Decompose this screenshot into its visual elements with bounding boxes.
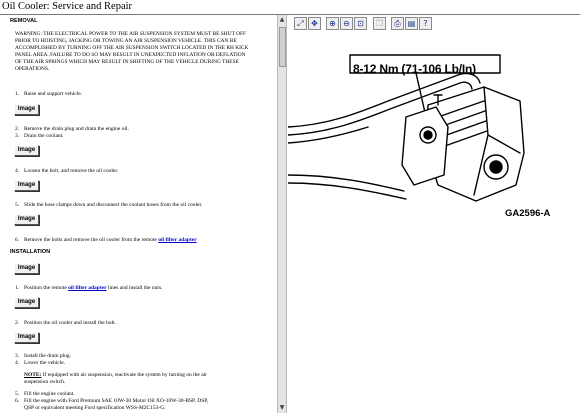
- image-button[interactable]: Image: [14, 145, 39, 156]
- scroll-thumb[interactable]: [279, 27, 286, 67]
- figure-code: GA2596-A: [505, 208, 551, 219]
- procedure-pane[interactable]: REMOVAL WARNING: THE ELECTRICAL POWER TO…: [0, 15, 277, 413]
- step-item: 4. Loosen the bolt, and remove the oil co…: [15, 168, 119, 174]
- image-button[interactable]: Image: [14, 263, 39, 274]
- step-item: 4. Lower the vehicle.: [15, 360, 66, 366]
- zoom-in-icon[interactable]: ⊕: [326, 17, 339, 30]
- image-button[interactable]: Image: [14, 180, 39, 191]
- image-button[interactable]: Image: [14, 214, 39, 225]
- print-icon[interactable]: ⎙: [391, 17, 404, 30]
- removal-heading: REMOVAL: [10, 18, 38, 24]
- step-item: 5. Fill the engine coolant.: [15, 391, 75, 397]
- step-item: 2. Position the oil cooler and install th…: [15, 320, 116, 326]
- window-title: Oil Cooler: Service and Repair: [2, 1, 133, 12]
- torque-callout: 8-12 Nm (71-106 Lb/In): [353, 62, 476, 76]
- image-button[interactable]: Image: [14, 104, 39, 115]
- scroll-up-icon[interactable]: ▲: [278, 15, 286, 25]
- image-button[interactable]: Image: [14, 297, 39, 308]
- fit-page-icon[interactable]: ⤢: [294, 17, 307, 30]
- zoom-window-icon[interactable]: ⊡: [354, 17, 367, 30]
- viewer-toolbar: ⤢ ✥ ⊕ ⊖ ⊡ ❐ ⎙ ▤ ?: [288, 15, 580, 33]
- procedure-scrollbar[interactable]: ▲ ▼: [277, 15, 287, 413]
- step-item: QSP or equivalent meeting Ford specifica…: [24, 405, 166, 411]
- pan-icon[interactable]: ✥: [308, 17, 321, 30]
- copy-icon[interactable]: ❐: [373, 17, 386, 30]
- step-item: 3. Drain the coolant.: [15, 133, 64, 139]
- illustration-viewer: ⤢ ✥ ⊕ ⊖ ⊡ ❐ ⎙ ▤ ? 8-12 Nm (71-106 Lb/In)…: [288, 15, 580, 413]
- oil-filter-adapter-link[interactable]: oil filter adapter: [158, 237, 196, 243]
- note-text: NOTE: If equipped with air suspension, r…: [24, 372, 207, 378]
- oil-cooler-illustration: 8-12 Nm (71-106 Lb/In) GA2596-A: [288, 35, 580, 235]
- step-item: 2. Remove the drain plug and drain the en…: [15, 126, 129, 132]
- step-item: 1. Position the remote oil filter adapter…: [15, 285, 163, 291]
- zoom-out-icon[interactable]: ⊖: [340, 17, 353, 30]
- oil-filter-adapter-link[interactable]: oil filter adapter: [68, 285, 106, 291]
- installation-heading: INSTALLATION: [10, 249, 51, 255]
- note-text-continued: suspension switch.: [24, 379, 66, 385]
- step-item: 6. Fill the engine with Ford Premium SAE …: [15, 398, 209, 404]
- title-bar: Oil Cooler: Service and Repair: [0, 0, 580, 14]
- scroll-down-icon[interactable]: ▼: [278, 403, 286, 413]
- step-item: 5. Slide the hose clamps down and disconn…: [15, 202, 203, 208]
- warning-text: WARNING: THE ELECTRICAL POWER TO THE AIR…: [15, 31, 249, 72]
- step-item: 1. Raise and support vehicle.: [15, 91, 83, 97]
- help-icon[interactable]: ?: [419, 17, 432, 30]
- image-button[interactable]: Image: [14, 332, 39, 343]
- step-item: 6. Remove the bolts and remove the oil co…: [15, 237, 197, 243]
- settings-icon[interactable]: ▤: [405, 17, 418, 30]
- step-item: 3. Install the drain plug.: [15, 353, 72, 359]
